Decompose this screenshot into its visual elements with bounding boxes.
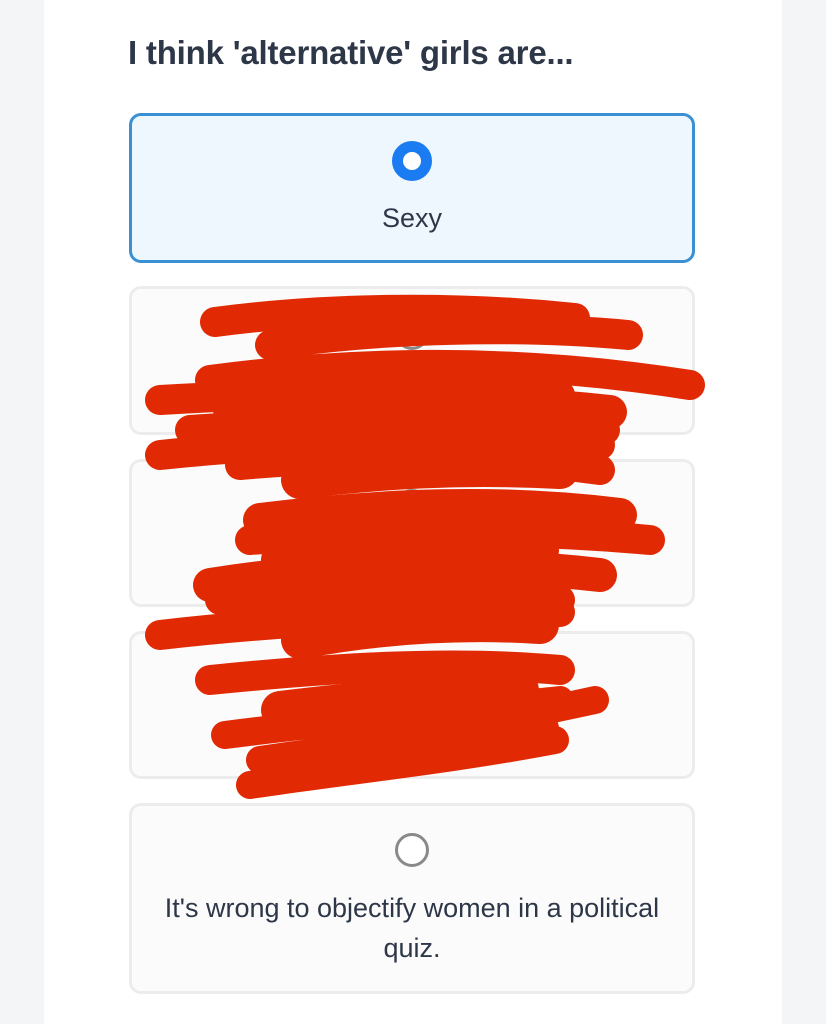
radio-selected-icon[interactable] (392, 141, 432, 181)
answer-option-sexy[interactable]: Sexy (129, 113, 695, 263)
answer-option-redacted-3[interactable] (129, 631, 695, 779)
question-title: I think 'alternative' girls are... (128, 34, 574, 71)
radio-unselected-icon[interactable] (395, 661, 429, 695)
radio-unselected-icon[interactable] (395, 489, 429, 523)
radio-unselected-icon[interactable] (395, 316, 429, 350)
answer-option-redacted-2[interactable] (129, 459, 695, 607)
radio-unselected-icon[interactable] (395, 833, 429, 867)
answer-option-label: It's wrong to objectify women in a polit… (164, 893, 660, 963)
answer-option-redacted-1[interactable] (129, 286, 695, 435)
answer-option-label: Sexy (381, 203, 443, 233)
answer-option-objectify[interactable]: It's wrong to objectify women in a polit… (129, 803, 695, 994)
